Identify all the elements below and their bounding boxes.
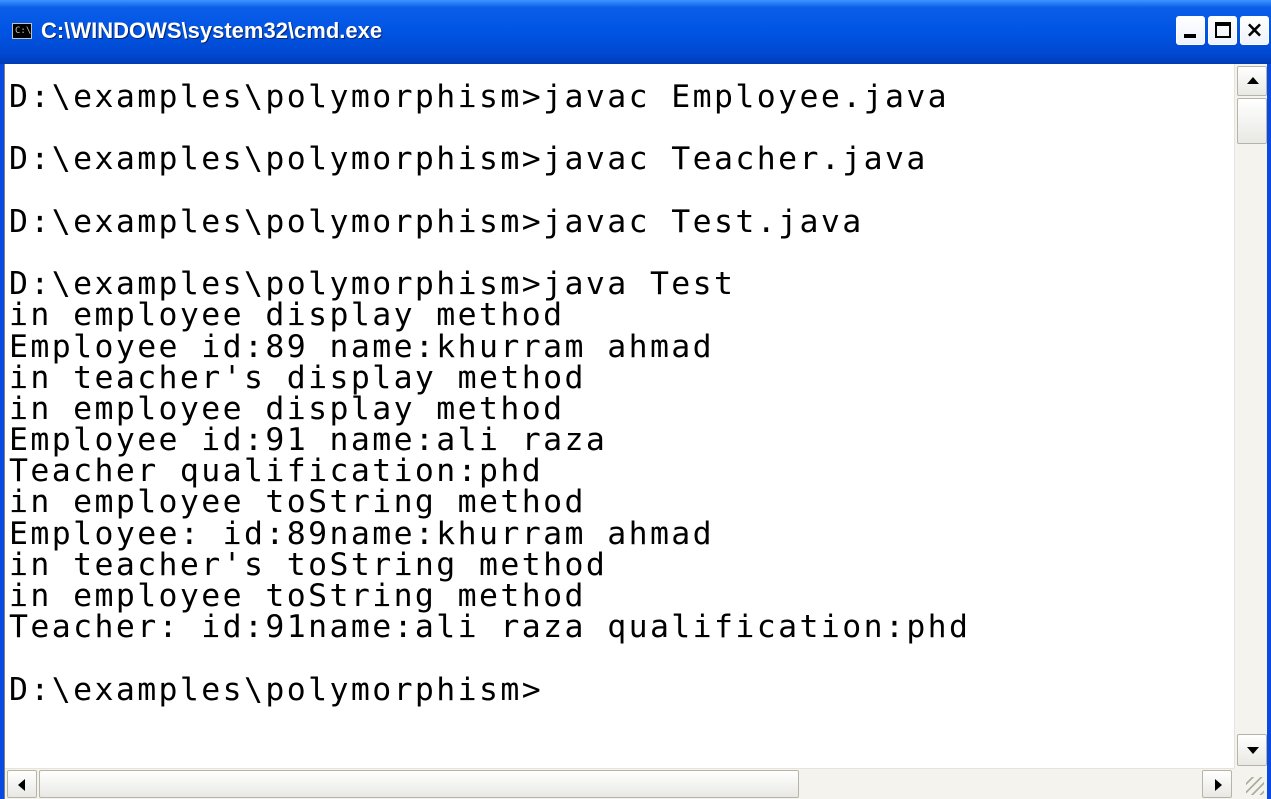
console-line: in teacher's toString method [9,546,608,583]
console-line: in employee display method [9,390,565,427]
minimize-button[interactable] [1176,16,1205,45]
scroll-down-button[interactable] [1237,734,1267,766]
console-line: Employee: id:89name:khurram ahmad [9,515,715,552]
cmd-window: C:\ C:\WINDOWS\system32\cmd.exe × D:\exa… [0,0,1271,799]
resize-grip[interactable] [1234,768,1268,799]
console-output[interactable]: D:\examples\polymorphism>javac Employee.… [9,64,1234,766]
console-line: in employee toString method [9,484,586,521]
arrow-down-icon [1247,747,1259,754]
console-line: Employee id:91 name:ali raza [9,422,608,459]
console-line: in teacher's display method [9,359,586,396]
vertical-scrollbar[interactable] [1234,64,1268,768]
minimize-icon [1184,34,1196,38]
console-line: D:\examples\polymorphism>javac Test.java [9,203,864,240]
console-line: D:\examples\polymorphism>javac Teacher.j… [9,141,928,178]
console-client-area: D:\examples\polymorphism>javac Employee.… [4,64,1268,799]
console-line: in employee toString method [9,578,586,614]
window-frame-right [1267,64,1271,799]
arrow-left-icon [18,779,25,791]
console-line: Teacher: id:91name:ali raza qualificatio… [9,609,971,646]
console-line: D:\examples\polymorphism> [9,671,544,708]
console-icon[interactable]: C:\ [12,23,32,39]
arrow-up-icon [1247,77,1259,84]
title-bar[interactable]: C:\ C:\WINDOWS\system32\cmd.exe × [0,0,1271,64]
scroll-left-button[interactable] [7,770,37,798]
scroll-up-button[interactable] [1237,66,1267,96]
console-line: in employee display method [9,297,565,334]
horizontal-scrollbar[interactable] [5,768,1234,799]
vertical-scroll-thumb[interactable] [1237,98,1267,144]
console-line: Employee id:89 name:khurram ahmad [9,328,715,365]
window-title: C:\WINDOWS\system32\cmd.exe [41,18,383,43]
arrow-right-icon [1215,779,1222,791]
scroll-right-button[interactable] [1202,770,1232,798]
maximize-icon [1215,22,1231,38]
maximize-button[interactable] [1208,16,1237,45]
console-line: D:\examples\polymorphism>javac Employee.… [9,79,950,115]
close-icon: × [1245,18,1264,43]
console-line: D:\examples\polymorphism>java Test [9,266,736,303]
close-button[interactable]: × [1240,16,1269,45]
console-line: Teacher qualification:phd [9,453,544,490]
horizontal-scroll-thumb[interactable] [39,770,799,798]
